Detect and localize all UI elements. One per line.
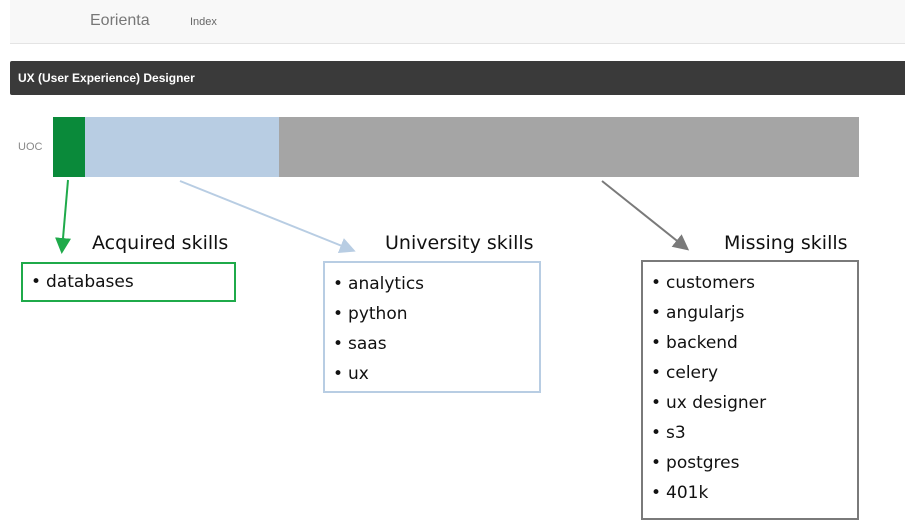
- missing-skills-heading: Missing skills: [724, 232, 848, 254]
- skill-item: celery: [651, 358, 849, 388]
- skill-item: angularjs: [651, 298, 849, 328]
- arrow-acquired: [55, 179, 71, 254]
- skill-item: python: [333, 299, 531, 329]
- skill-item: saas: [333, 329, 531, 359]
- skill-item: s3: [651, 418, 849, 448]
- acquired-skills-box: databases: [21, 262, 236, 302]
- skill-item: backend: [651, 328, 849, 358]
- university-skills-box: analyticspythonsaasux: [323, 261, 541, 393]
- arrow-missing: [601, 180, 690, 251]
- acquired-skills-heading: Acquired skills: [92, 232, 229, 254]
- skill-item: customers: [651, 268, 849, 298]
- missing-skills-box: customersangularjsbackendceleryux design…: [641, 260, 859, 520]
- skill-item: 401k: [651, 478, 849, 508]
- skill-item: postgres: [651, 448, 849, 478]
- skill-item: ux designer: [651, 388, 849, 418]
- skill-item: databases: [31, 267, 226, 297]
- skill-item: analytics: [333, 269, 531, 299]
- skill-item: ux: [333, 359, 531, 389]
- university-skills-heading: University skills: [385, 232, 534, 254]
